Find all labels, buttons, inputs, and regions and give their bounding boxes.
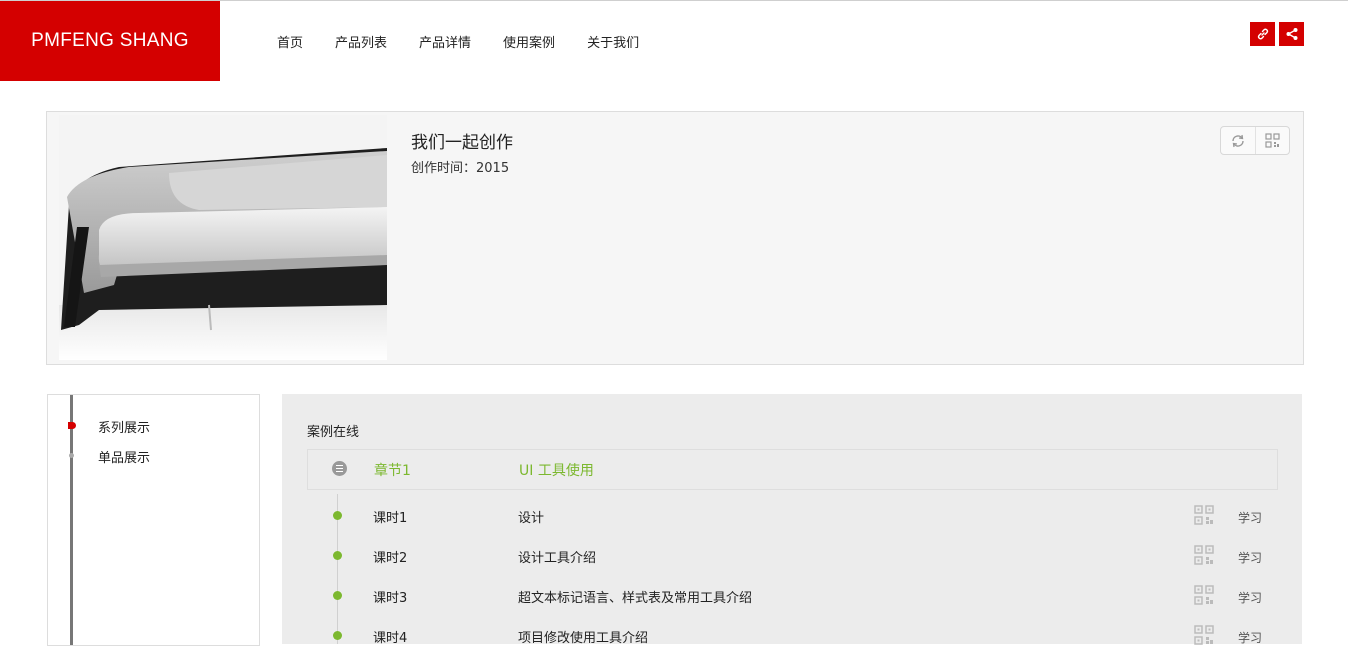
active-marker [68,422,76,429]
qrcode-icon[interactable] [1194,625,1214,645]
qrcode-icon[interactable] [1194,585,1214,605]
qrcode-icon[interactable] [1194,505,1214,525]
hero-toolbar [1220,126,1290,155]
lesson-row[interactable]: 课时1 设计 学习 [282,501,1302,531]
lesson-dot [333,631,342,640]
share-icon [1286,28,1297,40]
refresh-button[interactable] [1221,127,1256,154]
category-sidebar: 系列展示 单品展示 [47,394,260,646]
lesson-row[interactable]: 课时2 设计工具介绍 学习 [282,541,1302,571]
lesson-name: 设计工具介绍 [518,551,597,566]
sidebar-item-single[interactable]: 单品展示 [98,447,150,466]
sidebar-item-series[interactable]: 系列展示 [98,417,150,436]
chapter-row[interactable]: 章节1 UI 工具使用 [307,449,1278,490]
qrcode-button[interactable] [1256,127,1290,154]
site-logo[interactable]: PMFENG SHANG [0,1,220,81]
course-panel: 案例在线 章节1 UI 工具使用 课时1 设计 学习 课时2 设计工具介绍 学习 [282,394,1302,646]
nav-use-cases[interactable]: 使用案例 [503,34,555,54]
link-button[interactable] [1250,22,1275,46]
lesson-label: 课时2 [373,551,408,566]
timeline-dot [69,453,74,458]
lesson-label: 课时4 [373,631,408,646]
nav-about-us[interactable]: 关于我们 [587,34,639,54]
lesson-dot [333,511,342,520]
lesson-name: 超文本标记语言、样式表及常用工具介绍 [518,591,753,606]
lesson-name: 项目修改使用工具介绍 [518,631,649,646]
lesson-label: 课时1 [373,511,408,526]
lesson-dot [333,591,342,600]
timeline-line [70,395,73,645]
hero-title: 我们一起创作 [411,133,513,153]
sofa-image [59,115,387,360]
chapter-name: UI 工具使用 [519,463,594,479]
lesson-name: 设计 [518,511,545,526]
lesson-label: 课时3 [373,591,408,606]
share-button[interactable] [1279,22,1304,46]
refresh-icon [1232,134,1244,147]
panel-title: 案例在线 [307,425,360,440]
nav-home[interactable]: 首页 [277,34,303,54]
link-icon [1257,28,1268,40]
menu-icon [332,461,347,476]
study-link[interactable]: 学习 [1238,589,1262,606]
nav-product-detail[interactable]: 产品详情 [419,34,471,54]
hero-date: 创作时间：2015 [411,161,510,176]
main-nav: 首页 产品列表 产品详情 使用案例 关于我们 [277,34,671,54]
hero-card: 我们一起创作 创作时间：2015 [46,111,1304,365]
qrcode-icon[interactable] [1194,545,1214,565]
study-link[interactable]: 学习 [1238,549,1262,566]
lesson-dot [333,551,342,560]
lesson-row[interactable]: 课时4 项目修改使用工具介绍 学习 [282,621,1302,651]
lesson-row[interactable]: 课时3 超文本标记语言、样式表及常用工具介绍 学习 [282,581,1302,611]
qrcode-icon [1265,133,1280,148]
logo-text: PMFENG SHANG [31,30,189,51]
study-link[interactable]: 学习 [1238,509,1262,526]
chapter-label: 章节1 [374,463,411,479]
nav-product-list[interactable]: 产品列表 [335,34,387,54]
